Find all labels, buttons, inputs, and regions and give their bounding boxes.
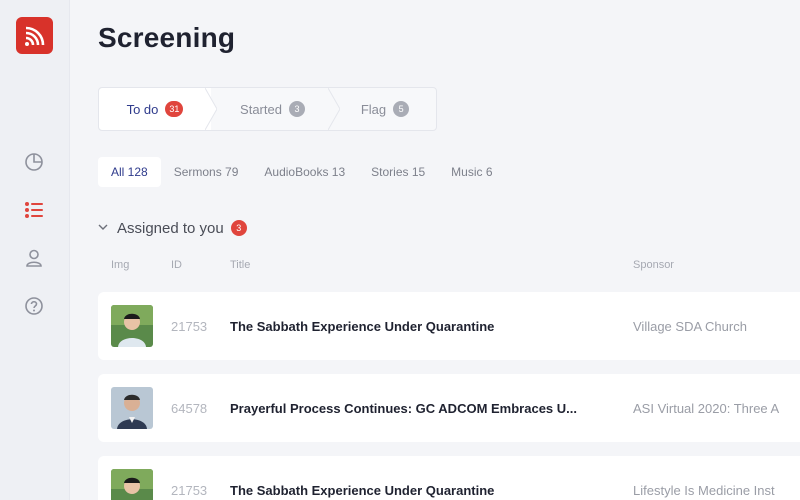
row-id: 64578	[171, 400, 208, 416]
main-content: Screening To do 31 Started 3 Flag 5 All …	[70, 0, 800, 500]
tab-all[interactable]: All 128	[98, 157, 161, 187]
table-row[interactable]: 21753 The Sabbath Experience Under Quara…	[98, 456, 800, 500]
tab-label: To do	[126, 101, 159, 117]
thumbnail-image	[111, 305, 153, 347]
thumbnail-image	[111, 387, 153, 429]
row-title[interactable]: The Sabbath Experience Under Quarantine	[230, 292, 494, 360]
tab-label: Started	[240, 101, 282, 117]
tab-started[interactable]: Started 3	[211, 88, 340, 130]
tab-flag[interactable]: Flag 5	[334, 88, 436, 130]
row-id: 21753	[171, 482, 208, 498]
broadcast-logo-icon[interactable]	[16, 17, 53, 54]
tab-sermons[interactable]: Sermons 79	[161, 157, 252, 187]
tab-count-badge: 3	[288, 101, 305, 117]
list-icon[interactable]	[23, 199, 45, 221]
tab-count-badge: 31	[165, 101, 184, 117]
sidebar	[0, 0, 70, 500]
tab-audiobooks[interactable]: AudioBooks 13	[251, 157, 358, 187]
section-header[interactable]: Assigned to you 3	[98, 219, 247, 237]
category-tabs: All 128 Sermons 79 AudioBooks 13 Stories…	[98, 157, 506, 187]
section-count-badge: 3	[230, 220, 247, 236]
section-title: Assigned to you	[117, 219, 224, 237]
user-icon[interactable]	[23, 247, 45, 269]
stage-tabs: To do 31 Started 3 Flag 5	[98, 87, 437, 131]
table-row[interactable]: 64578 Prayerful Process Continues: GC AD…	[98, 374, 800, 442]
row-sponsor: ASI Virtual 2020: Three A	[633, 400, 780, 416]
help-icon[interactable]	[23, 295, 45, 317]
table-row[interactable]: 21753 The Sabbath Experience Under Quara…	[98, 292, 800, 360]
chevron-down-icon[interactable]	[98, 219, 108, 237]
row-title[interactable]: The Sabbath Experience Under Quarantine	[230, 456, 494, 500]
row-sponsor: Village SDA Church	[633, 318, 747, 334]
tab-to-do[interactable]: To do 31	[99, 88, 217, 130]
tab-stories[interactable]: Stories 15	[358, 157, 438, 187]
pie-chart-icon[interactable]	[23, 151, 45, 173]
row-id: 21753	[171, 318, 208, 334]
column-header-id: ID	[171, 259, 182, 271]
row-title[interactable]: Prayerful Process Continues: GC ADCOM Em…	[230, 374, 577, 442]
thumbnail-image	[111, 469, 153, 500]
tab-label: Flag	[360, 101, 387, 117]
column-header-img: Img	[111, 259, 130, 271]
column-header-title: Title	[230, 259, 251, 271]
tab-music[interactable]: Music 6	[438, 157, 505, 187]
page-title: Screening	[98, 22, 236, 53]
column-header-sponsor: Sponsor	[633, 259, 674, 271]
tab-count-badge: 5	[393, 101, 410, 117]
row-sponsor: Lifestyle Is Medicine Inst	[633, 482, 775, 498]
